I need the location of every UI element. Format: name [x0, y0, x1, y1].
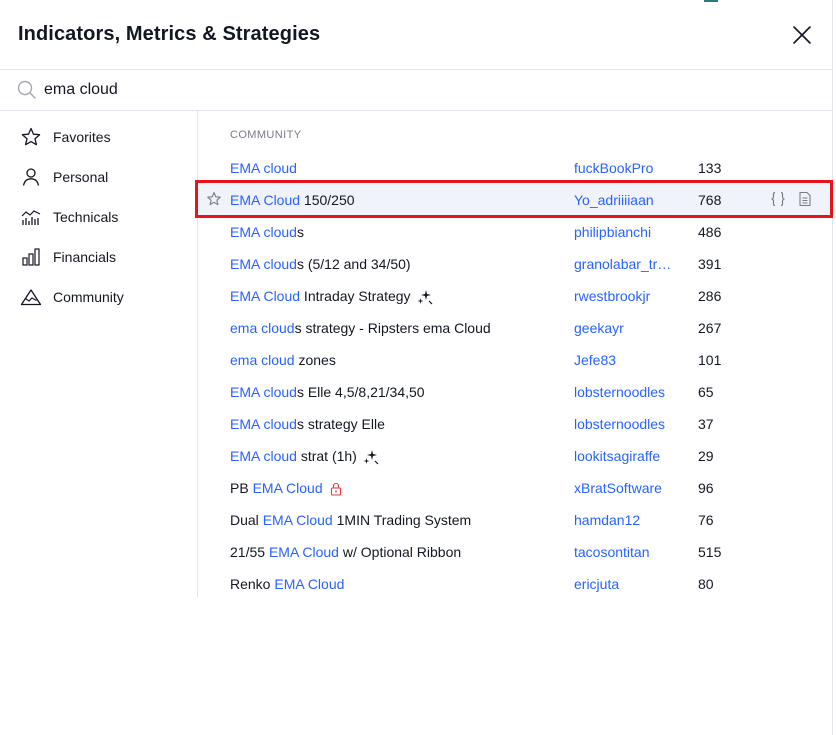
likes-count: 515: [698, 544, 722, 560]
author-link[interactable]: tacosontitan: [574, 544, 678, 560]
script-name: EMA clouds (5/12 and 34/50): [230, 256, 411, 272]
category-sidebar: Favorites Personal Technicals Financials: [0, 111, 198, 597]
editors-pick-sparkle-icon: [363, 450, 379, 465]
likes-count: 80: [698, 576, 714, 592]
author-link[interactable]: hamdan12: [574, 512, 678, 528]
dialog-header: Indicators, Metrics & Strategies: [0, 0, 833, 70]
author-link[interactable]: granolabar_trader: [574, 256, 678, 272]
script-row-hovered[interactable]: EMA Cloud 150/250 Yo_adriiiiaan 768: [198, 183, 833, 215]
script-row[interactable]: EMA Cloud Intraday Strategy rwestbrookjr…: [198, 279, 833, 311]
sidebar-item-label: Financials: [53, 249, 117, 265]
sidebar-item-favorites[interactable]: Favorites: [0, 117, 197, 157]
likes-count: 96: [698, 480, 714, 496]
likes-count: 486: [698, 224, 722, 240]
likes-count: 29: [698, 448, 714, 464]
sidebar-item-technicals[interactable]: Technicals: [0, 197, 197, 237]
script-row[interactable]: EMA clouds Elle 4,5/8,21/34,50 lobsterno…: [198, 375, 833, 407]
likes-count: 101: [698, 352, 722, 368]
script-row[interactable]: ema clouds strategy - Ripsters ema Cloud…: [198, 311, 833, 343]
script-row[interactable]: 21/55 EMA Cloud w/ Optional Ribbon tacos…: [198, 535, 833, 567]
source-code-icon[interactable]: [769, 190, 787, 208]
document-icon[interactable]: [797, 191, 813, 207]
search-icon: [17, 80, 36, 99]
likes-count: 76: [698, 512, 714, 528]
script-name: ema clouds strategy - Ripsters ema Cloud: [230, 320, 491, 336]
lock-icon: [330, 483, 341, 496]
star-icon: [21, 127, 41, 146]
script-row[interactable]: EMA clouds (5/12 and 34/50) granolabar_t…: [198, 247, 833, 279]
likes-count: 391: [698, 256, 722, 272]
user-icon: [22, 168, 40, 186]
likes-count: 37: [698, 416, 714, 432]
script-name: Renko EMA Cloud: [230, 576, 345, 592]
likes-count: 267: [698, 320, 722, 336]
favorite-star-icon[interactable]: [206, 191, 222, 207]
likes-count: 768: [698, 192, 722, 208]
dialog-title: Indicators, Metrics & Strategies: [18, 23, 321, 45]
script-name: 21/55 EMA Cloud w/ Optional Ribbon: [230, 544, 462, 560]
sidebar-item-community[interactable]: Community: [0, 277, 197, 317]
search-bar: [0, 70, 833, 111]
indicators-dialog: Indicators, Metrics & Strategies Favorit…: [0, 0, 833, 735]
script-name: EMA clouds: [230, 224, 304, 240]
author-link[interactable]: lookitsagiraffe: [574, 448, 678, 464]
author-link[interactable]: ericjuta: [574, 576, 678, 592]
script-row[interactable]: ema cloud zones Jefe83 101: [198, 343, 833, 375]
script-row[interactable]: EMA clouds strategy Elle lobsternoodles …: [198, 407, 833, 439]
likes-count: 65: [698, 384, 714, 400]
close-icon: [793, 26, 811, 44]
sidebar-item-label: Favorites: [53, 129, 111, 145]
script-name: Dual EMA Cloud 1MIN Trading System: [230, 512, 472, 528]
script-row[interactable]: Renko EMA Cloud ericjuta 80: [198, 567, 833, 599]
author-link[interactable]: lobsternoodles: [574, 384, 678, 400]
script-row[interactable]: PB EMA Cloud xBratSoftware 96: [198, 471, 833, 503]
author-link[interactable]: xBratSoftware: [574, 480, 678, 496]
script-row[interactable]: EMA clouds philipbianchi 486: [198, 215, 833, 247]
section-title: COMMUNITY: [230, 129, 302, 141]
close-button[interactable]: [788, 21, 816, 49]
bar-chart-icon: [22, 248, 40, 266]
script-name: ema cloud zones: [230, 352, 336, 368]
sidebar-item-personal[interactable]: Personal: [0, 157, 197, 197]
sidebar-item-label: Personal: [53, 169, 109, 185]
technicals-chart-icon: [21, 210, 41, 225]
script-name: EMA clouds strategy Elle: [230, 416, 385, 432]
sidebar-item-label: Community: [53, 289, 124, 305]
script-name: EMA clouds Elle 4,5/8,21/34,50: [230, 384, 425, 400]
script-name: EMA Cloud 150/250: [230, 192, 355, 208]
script-name: PB EMA Cloud: [230, 480, 343, 496]
author-link[interactable]: lobsternoodles: [574, 416, 678, 432]
results-panel: COMMUNITY EMA cloud fuckBookPro 133 EMA …: [198, 111, 833, 597]
likes-count: 133: [698, 160, 722, 176]
sidebar-item-label: Technicals: [53, 209, 119, 225]
script-row[interactable]: Dual EMA Cloud 1MIN Trading System hamda…: [198, 503, 833, 535]
author-link[interactable]: fuckBookPro: [574, 160, 678, 176]
likes-count: 286: [698, 288, 722, 304]
author-link[interactable]: rwestbrookjr: [574, 288, 678, 304]
script-row[interactable]: EMA cloud fuckBookPro 133: [198, 151, 833, 183]
search-input[interactable]: [44, 78, 804, 102]
author-link[interactable]: Jefe83: [574, 352, 678, 368]
script-name: EMA cloud: [230, 160, 297, 176]
script-row[interactable]: EMA cloud strat (1h) lookitsagiraffe 29: [198, 439, 833, 471]
author-link[interactable]: geekayr: [574, 320, 678, 336]
editors-pick-sparkle-icon: [417, 290, 432, 305]
sidebar-item-financials[interactable]: Financials: [0, 237, 197, 277]
script-name: EMA cloud strat (1h): [230, 448, 379, 465]
community-mountain-icon: [20, 289, 42, 306]
script-name: EMA Cloud Intraday Strategy: [230, 288, 433, 305]
author-link[interactable]: Yo_adriiiiaan: [574, 192, 678, 208]
author-link[interactable]: philipbianchi: [574, 224, 678, 240]
